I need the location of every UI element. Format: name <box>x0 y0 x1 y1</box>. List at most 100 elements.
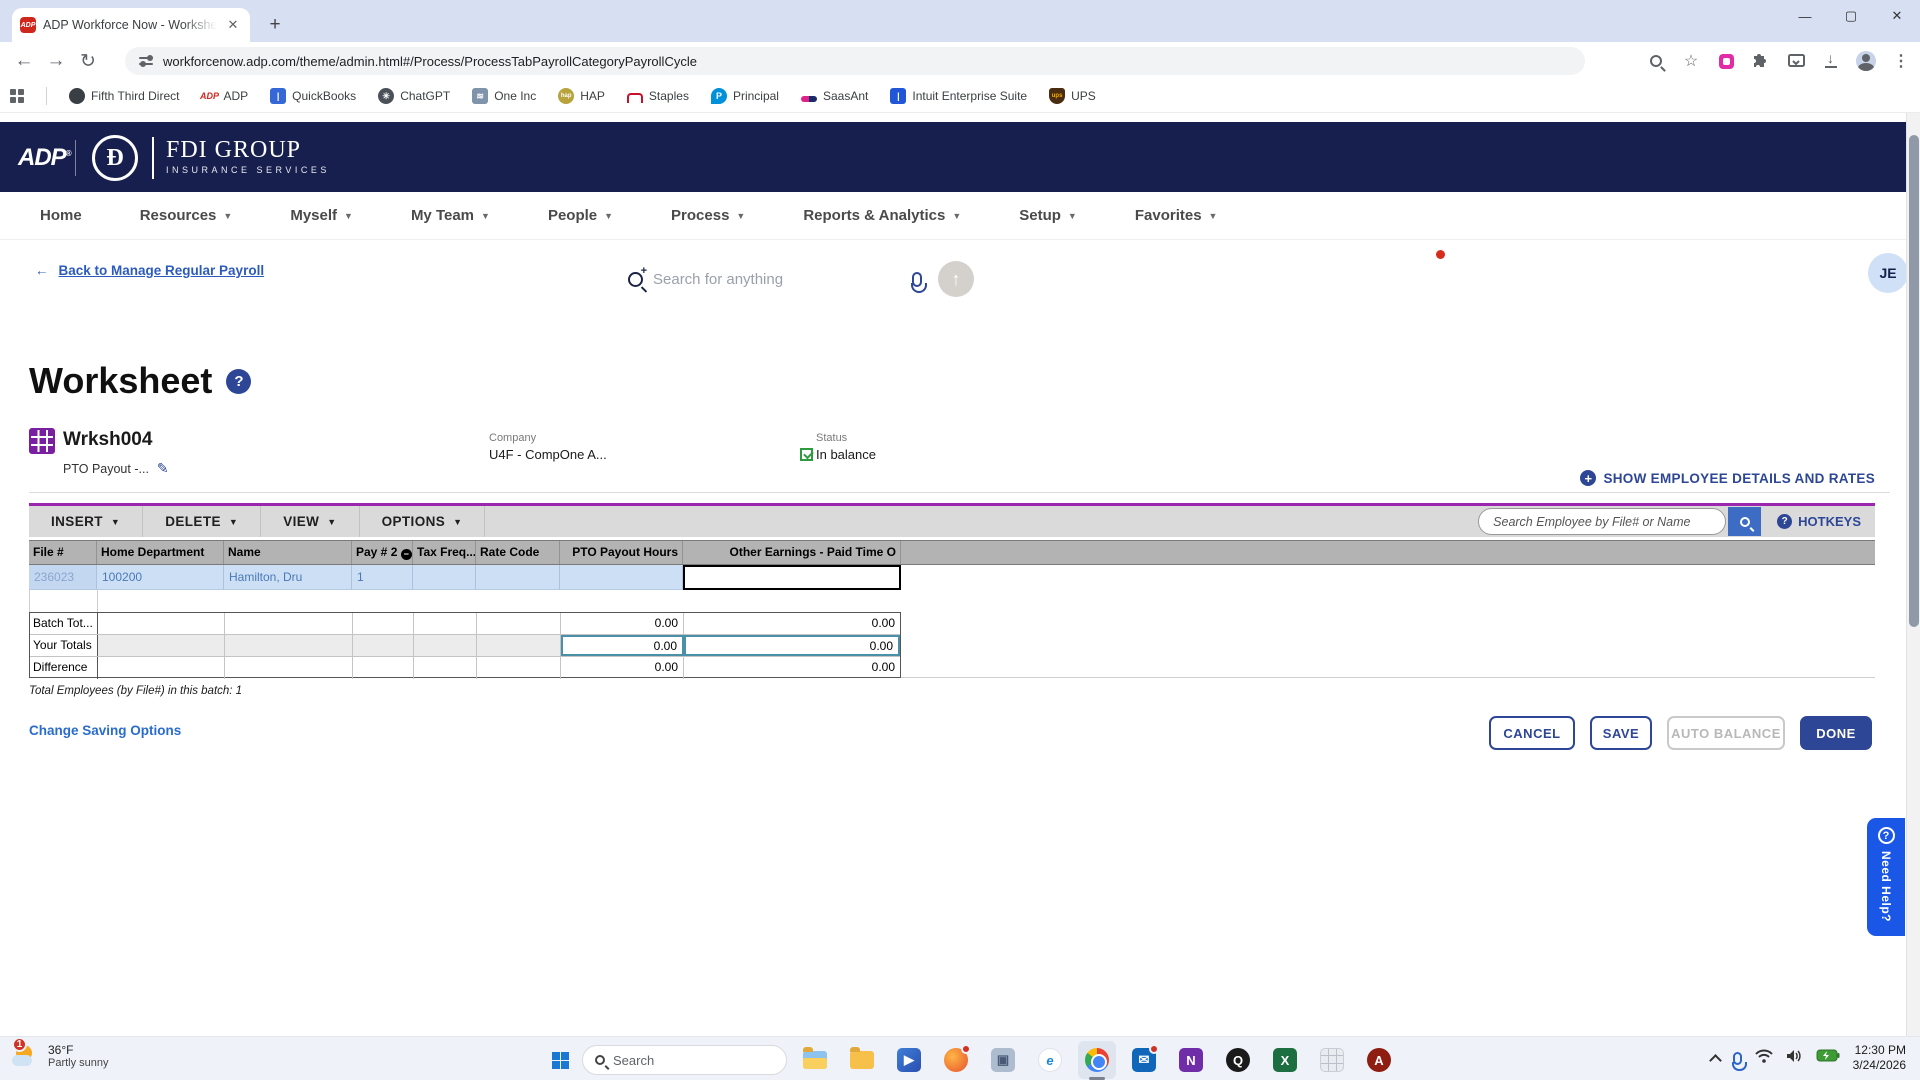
firefox-icon[interactable] <box>937 1041 975 1079</box>
auto-balance-button[interactable]: AUTO BALANCE <box>1667 716 1785 750</box>
nav-resources[interactable]: Resources▼ <box>140 207 233 224</box>
bookmark-star-icon[interactable]: ☆ <box>1680 50 1702 72</box>
support-button[interactable]: ? Support <box>1722 253 1774 293</box>
tray-mic-icon[interactable] <box>1733 1052 1742 1065</box>
back-to-manage-payroll-link[interactable]: ← Back to Manage Regular Payroll <box>35 263 264 278</box>
tab-close-icon[interactable]: ✕ <box>224 16 242 34</box>
nav-home[interactable]: Home <box>40 207 82 224</box>
scrollbar-thumb[interactable] <box>1909 135 1919 627</box>
view-button[interactable]: VIEW▼ <box>261 506 359 537</box>
employee-search-input[interactable] <box>1478 508 1726 535</box>
calculator-icon[interactable] <box>1313 1041 1351 1079</box>
save-button[interactable]: SAVE <box>1590 716 1652 750</box>
column-header-home-department[interactable]: Home Department <box>97 541 224 564</box>
hotkeys-link[interactable]: ? HOTKEYS <box>1777 514 1861 529</box>
nav-my-team[interactable]: My Team▼ <box>411 207 490 224</box>
column-header-pto-payout-hours[interactable]: PTO Payout Hours <box>560 541 683 564</box>
your-total-other[interactable]: 0.00 <box>684 635 900 656</box>
need-help-tab[interactable]: ? Need Help? <box>1867 818 1905 936</box>
bookmark-saasant[interactable]: SaasAnt <box>801 89 868 103</box>
bookmark-one-inc[interactable]: ≋One Inc <box>472 88 536 104</box>
start-button[interactable] <box>552 1052 569 1069</box>
browser-menu-icon[interactable]: ⋮ <box>1890 50 1912 72</box>
onenote-icon[interactable]: N <box>1172 1041 1210 1079</box>
your-total-pto[interactable]: 0.00 <box>561 635 684 656</box>
user-avatar[interactable]: JE <box>1868 253 1908 293</box>
edit-pencil-icon[interactable]: ✎ <box>157 460 169 477</box>
mic-icon[interactable] <box>912 272 922 287</box>
back-button[interactable]: ← <box>8 45 40 77</box>
column-header-tax-freq[interactable]: Tax Freq... <box>413 541 476 564</box>
nav-favorites[interactable]: Favorites▼ <box>1135 207 1218 224</box>
forward-button[interactable]: → <box>40 45 72 77</box>
app-icon-gray[interactable]: ▣ <box>984 1041 1022 1079</box>
show-employee-details-link[interactable]: + SHOW EMPLOYEE DETAILS AND RATES <box>1580 470 1875 486</box>
apps-grid-icon[interactable] <box>10 89 24 103</box>
nav-reports-analytics[interactable]: Reports & Analytics▼ <box>803 207 961 224</box>
cell-name[interactable]: Hamilton, Dru <box>224 565 352 589</box>
bookmark-fifth-third[interactable]: Fifth Third Direct <box>69 88 179 104</box>
search-submit-button[interactable]: ↑ <box>938 261 974 297</box>
wifi-icon[interactable] <box>1755 1049 1773 1068</box>
taskbar-search-input[interactable] <box>613 1053 753 1068</box>
browser-tab[interactable]: ADP ADP Workforce Now - Workshe ✕ <box>12 8 250 42</box>
cell-file-number[interactable]: 236023 <box>29 565 97 589</box>
bridge-button[interactable]: B Bridge <box>1644 253 1696 293</box>
bookmark-principal[interactable]: PPrincipal <box>711 88 779 104</box>
folder-icon[interactable] <box>843 1041 881 1079</box>
nav-setup[interactable]: Setup▼ <box>1019 207 1077 224</box>
nav-myself[interactable]: Myself▼ <box>290 207 353 224</box>
bookmark-chatgpt[interactable]: ✳ChatGPT <box>378 88 450 104</box>
new-tab-button[interactable]: + <box>262 12 288 38</box>
column-header-pay-2[interactable]: Pay # 2 − <box>352 541 413 564</box>
whats-new-button[interactable]: What's New <box>1315 253 1373 293</box>
extensions-puzzle-icon[interactable] <box>1750 50 1772 72</box>
global-search-input[interactable] <box>653 271 902 288</box>
weather-widget[interactable]: 1 36°F Partly sunny <box>10 1041 109 1071</box>
column-header-other-earnings[interactable]: Other Earnings - Paid Time O <box>683 541 901 564</box>
things-to-do-button[interactable]: ✓ Things to Do <box>1400 253 1462 293</box>
cell-pto-payout-hours[interactable] <box>560 565 683 589</box>
media-player-icon[interactable]: ▶ <box>890 1041 928 1079</box>
done-button[interactable]: DONE <box>1800 716 1872 750</box>
learn-button[interactable]: Learn <box>1566 253 1618 293</box>
delete-button[interactable]: DELETE▼ <box>143 506 261 537</box>
page-scrollbar[interactable] <box>1906 113 1920 1036</box>
nav-people[interactable]: People▼ <box>548 207 613 224</box>
site-settings-icon[interactable] <box>139 56 153 66</box>
excel-icon[interactable]: X <box>1266 1041 1304 1079</box>
extension-pink-icon[interactable] <box>1715 50 1737 72</box>
column-header-file[interactable]: File # <box>29 541 97 564</box>
downloads-icon[interactable] <box>1820 50 1842 72</box>
open-in-app-icon[interactable] <box>1785 50 1807 72</box>
bookmark-quickbooks[interactable]: |QuickBooks <box>270 88 356 104</box>
options-button[interactable]: OPTIONS▼ <box>360 506 486 537</box>
cell-other-earnings-selected[interactable] <box>683 565 901 590</box>
help-icon[interactable]: ? <box>226 369 251 394</box>
bookmark-ups[interactable]: upsUPS <box>1049 88 1096 104</box>
cancel-button[interactable]: CANCEL <box>1489 716 1575 750</box>
battery-icon[interactable] <box>1816 1049 1840 1067</box>
window-close-button[interactable]: ✕ <box>1874 0 1920 32</box>
change-saving-options-link[interactable]: Change Saving Options <box>29 723 181 738</box>
column-header-rate-code[interactable]: Rate Code <box>476 541 560 564</box>
file-explorer-icon[interactable] <box>796 1041 834 1079</box>
calendar-button[interactable]: Calendar <box>1488 253 1540 293</box>
zoom-icon[interactable] <box>1645 50 1667 72</box>
window-minimize-button[interactable]: — <box>1782 0 1828 32</box>
internet-explorer-icon[interactable]: e <box>1031 1041 1069 1079</box>
cell-rate-code[interactable] <box>476 565 560 589</box>
employee-search-button[interactable] <box>1728 507 1761 536</box>
address-bar[interactable]: workforcenow.adp.com/theme/admin.html#/P… <box>125 47 1585 75</box>
cell-pay-2[interactable]: 1 <box>352 565 413 589</box>
chrome-icon[interactable] <box>1078 1041 1116 1079</box>
taskbar-search[interactable] <box>582 1045 787 1075</box>
quickbooks-icon[interactable]: Q <box>1219 1041 1257 1079</box>
volume-icon[interactable] <box>1786 1049 1803 1068</box>
acrobat-icon[interactable]: A <box>1360 1041 1398 1079</box>
marketplace-button[interactable]: Marketplace <box>1800 253 1860 293</box>
refresh-button[interactable]: ↻ <box>72 45 104 77</box>
nav-process[interactable]: Process▼ <box>671 207 745 224</box>
profile-avatar-icon[interactable] <box>1855 50 1877 72</box>
window-maximize-button[interactable]: ▢ <box>1828 0 1874 32</box>
